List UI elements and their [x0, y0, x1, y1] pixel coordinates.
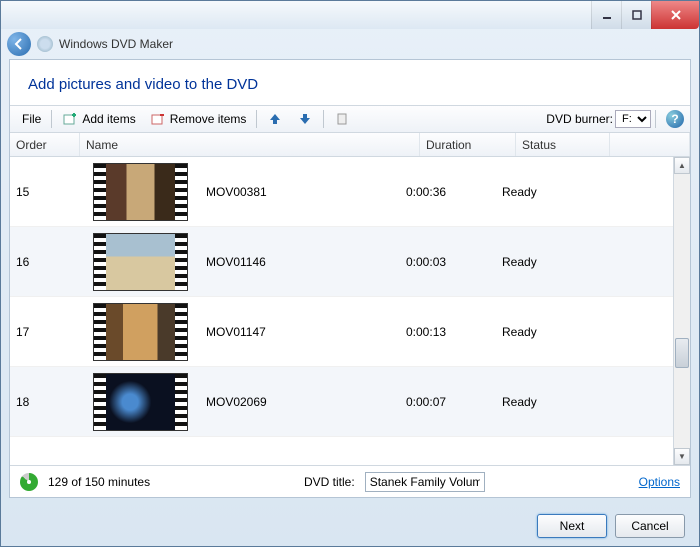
scroll-down-arrow[interactable]: ▼: [674, 448, 690, 465]
remove-items-button[interactable]: Remove items: [144, 109, 253, 129]
content-panel: Add pictures and video to the DVD File A…: [9, 59, 691, 498]
name-cell: MOV01147: [200, 325, 400, 339]
add-icon: [62, 111, 78, 127]
duration-cell: 0:00:07: [400, 395, 496, 409]
move-down-button[interactable]: [291, 109, 319, 129]
dvd-title-label: DVD title:: [304, 475, 355, 489]
toolbar-separator: [51, 110, 52, 128]
titlebar: [1, 1, 699, 29]
minimize-button[interactable]: [591, 1, 621, 29]
status-cell: Ready: [496, 185, 590, 199]
maximize-button[interactable]: [621, 1, 651, 29]
add-items-label: Add items: [82, 112, 135, 126]
column-duration[interactable]: Duration: [420, 133, 516, 156]
remove-icon: [150, 111, 166, 127]
move-up-button[interactable]: [261, 109, 289, 129]
window: Windows DVD Maker Add pictures and video…: [0, 0, 700, 547]
vertical-scrollbar[interactable]: ▲ ▼: [673, 157, 690, 465]
help-icon: ?: [671, 112, 678, 126]
usage-text: 129 of 150 minutes: [48, 475, 150, 489]
list-header: Order Name Duration Status: [10, 133, 690, 157]
properties-icon: [334, 111, 350, 127]
properties-button[interactable]: [328, 109, 356, 129]
order-cell: 16: [10, 255, 80, 269]
arrow-up-icon: [267, 111, 283, 127]
options-link[interactable]: Options: [639, 475, 680, 489]
toolbar: File Add items Remove items DVD bur: [10, 105, 690, 133]
video-thumbnail: [93, 373, 188, 431]
name-cell: MOV01146: [200, 255, 400, 269]
arrow-down-icon: [297, 111, 313, 127]
video-thumbnail: [93, 163, 188, 221]
scroll-up-arrow[interactable]: ▲: [674, 157, 690, 174]
add-items-button[interactable]: Add items: [56, 109, 141, 129]
order-cell: 15: [10, 185, 80, 199]
header-bar: Windows DVD Maker: [1, 29, 699, 59]
file-menu[interactable]: File: [16, 110, 47, 128]
dvd-burner-select[interactable]: F:: [615, 110, 651, 128]
toolbar-separator: [655, 110, 656, 128]
order-cell: 17: [10, 325, 80, 339]
column-spacer: [610, 133, 690, 156]
back-button[interactable]: [7, 32, 31, 56]
status-cell: Ready: [496, 325, 590, 339]
toolbar-separator: [256, 110, 257, 128]
dvd-title-input[interactable]: [365, 472, 485, 492]
column-status[interactable]: Status: [516, 133, 610, 156]
footer-bar: 129 of 150 minutes DVD title: Options: [10, 465, 690, 497]
column-order[interactable]: Order: [10, 133, 80, 156]
page-title: Add pictures and video to the DVD: [10, 60, 690, 105]
scroll-track[interactable]: [674, 174, 690, 448]
video-thumbnail: [93, 303, 188, 361]
dvd-burner-label: DVD burner:: [546, 112, 613, 126]
list-item[interactable]: 15 MOV00381 0:00:36 Ready: [10, 157, 673, 227]
disc-usage-icon: [20, 473, 38, 491]
name-cell: MOV02069: [200, 395, 400, 409]
order-cell: 18: [10, 395, 80, 409]
duration-cell: 0:00:36: [400, 185, 496, 199]
list-item[interactable]: 17 MOV01147 0:00:13 Ready: [10, 297, 673, 367]
scroll-thumb[interactable]: [675, 338, 689, 368]
list-item[interactable]: 16 MOV01146 0:00:03 Ready: [10, 227, 673, 297]
status-cell: Ready: [496, 255, 590, 269]
list-body: 15 MOV00381 0:00:36 Ready 16 MOV01146 0:…: [10, 157, 690, 465]
close-button[interactable]: [651, 1, 699, 29]
list-item[interactable]: 18 MOV02069 0:00:07 Ready: [10, 367, 673, 437]
name-cell: MOV00381: [200, 185, 400, 199]
video-thumbnail: [93, 233, 188, 291]
status-cell: Ready: [496, 395, 590, 409]
help-button[interactable]: ?: [666, 110, 684, 128]
toolbar-separator: [323, 110, 324, 128]
app-icon: [37, 36, 53, 52]
file-menu-label: File: [22, 112, 41, 126]
next-button[interactable]: Next: [537, 514, 607, 538]
button-bar: Next Cancel: [1, 506, 699, 546]
cancel-button[interactable]: Cancel: [615, 514, 685, 538]
duration-cell: 0:00:03: [400, 255, 496, 269]
app-title: Windows DVD Maker: [59, 37, 173, 51]
duration-cell: 0:00:13: [400, 325, 496, 339]
remove-items-label: Remove items: [170, 112, 247, 126]
column-name[interactable]: Name: [80, 133, 420, 156]
